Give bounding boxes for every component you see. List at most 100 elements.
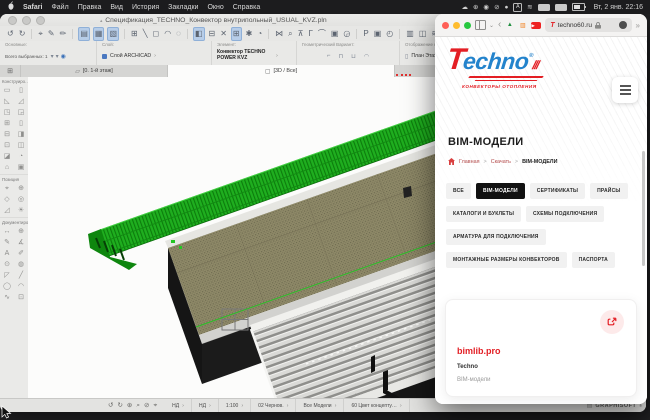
address-bar[interactable]: T techno60.ru [545,18,631,32]
filter-connection-schemes[interactable]: СХЕМЫ ПОДКЛЮЧЕНИЯ [526,206,604,222]
filter-certificates[interactable]: СЕРТИФИКАТЫ [530,183,585,199]
viewport-nav-icon[interactable]: ⌕ [136,400,140,412]
filter-mounting-dimensions[interactable]: МОНТАЖНЫЕ РАЗМЕРЫ КОНВЕКТОРОВ [446,252,567,268]
tab-3d-all[interactable]: ▢ [3D / Все] [168,65,395,77]
pinned-tab-youtube-icon[interactable]: ▶ [531,22,541,29]
quick-option-model-view[interactable]: Все Модели› [296,399,344,412]
toolbar-tool-icon[interactable]: ⊟ [208,28,217,40]
quick-option-graphic-override[interactable]: 60 Цвет концепту…› [344,399,409,412]
toolbox-tool-icon[interactable]: ∡ [18,238,24,248]
toolbox-tool-icon[interactable]: ▯ [19,119,23,129]
toolbar-tool-icon[interactable]: ◻ [152,28,161,40]
toolbox-tool-icon[interactable]: ◿ [18,97,23,107]
toolbox-tool-icon[interactable]: ◠ [18,282,24,292]
infobox-group-geometry[interactable]: Геометрический Вариант: ⌐⊓⊔◠ [297,41,400,65]
page-scrollbar[interactable] [642,151,645,266]
toolbar-tool-icon[interactable]: ▥ [405,28,415,40]
toolbar-tool-icon[interactable]: ⊼ [297,28,305,40]
toolbar-tool-icon[interactable]: ▣ [330,28,340,40]
tab-overview-icon[interactable]: ⊞ [0,65,21,77]
toolbox-tool-icon[interactable]: ◳ [4,108,11,118]
toolbox-tool-icon[interactable]: ⊞ [4,119,10,129]
toolbox-tool-icon[interactable]: ◫ [18,141,25,151]
geometry-method-icon[interactable]: ⊓ [338,53,343,60]
control-center-icon[interactable]: ◉ [483,3,489,11]
viewport-nav-icon[interactable]: ⌖ [153,400,157,412]
geometry-method-icon[interactable]: ⌐ [327,53,331,59]
filter-all[interactable]: ВСЕ [446,183,471,199]
geometry-method-icon[interactable]: ◠ [364,53,369,60]
chevron-down-icon[interactable]: ⌄ [489,22,494,29]
filter-catalogs[interactable]: КАТАЛОГИ И БУКЛЕТЫ [446,206,521,222]
infobox-group-element[interactable]: Элемент: Конвектор TECHNO POWER KVZ › [212,41,297,65]
techno-logo[interactable]: Techno®/// КОНВЕКТОРЫ ОТОПЛЕНИЯ [447,45,543,89]
toolbar-tool-icon[interactable]: ╲ [142,28,149,40]
external-link-icon[interactable] [600,310,624,334]
toolbar-tool-icon[interactable]: ↻ [18,28,27,40]
filter-prices[interactable]: ПРАЙСЫ [590,183,627,199]
toolbox-tool-icon[interactable]: ⊕ [18,184,24,194]
geometry-method-icon[interactable]: ⊔ [351,53,356,60]
toolbox-tool-icon[interactable]: ⌖ [5,184,9,194]
toolbar-tool-icon[interactable]: ⌒ [317,28,327,40]
toolbar-tool-icon[interactable]: ↺ [6,28,15,40]
infobox-icon[interactable]: ▾ [51,53,54,60]
home-icon[interactable] [448,158,455,165]
toolbar-tool-icon[interactable]: ◶ [342,28,351,40]
toolbox-tool-icon[interactable]: ✎ [4,238,10,248]
viewport-nav-icon[interactable]: ⊕ [127,400,132,412]
toolbox-tool-icon[interactable]: ◪ [4,152,11,162]
toolbox-tool-icon[interactable]: ⊕ [18,227,24,237]
back-button[interactable]: ‹ [498,20,501,30]
toolbar-tool-icon[interactable]: ⌖ [37,28,44,40]
active-app-name[interactable]: Safari [23,4,42,11]
toolbar-tool-icon[interactable]: ◌ [175,28,182,40]
infobox-group-layer[interactable]: Слой: Слой ARCHICAD › [97,41,212,65]
keyboard-layout-badge[interactable]: А [513,3,522,12]
toolbar-tool-icon[interactable]: ⋈ [274,28,284,40]
overflow-chevron-icon[interactable]: » [636,21,640,30]
infobox-icon[interactable]: ▾ [56,53,59,60]
bluetooth-icon[interactable]: ⊕ [473,3,478,11]
toolbar-tool-icon[interactable]: ✕ [219,28,228,40]
toolbox-tool-icon[interactable]: ⊟ [4,130,10,140]
apple-icon[interactable] [7,1,15,13]
viewport-nav-icon[interactable]: ↻ [117,400,122,412]
toolbar-tool-icon[interactable]: ▤ [78,27,90,41]
quick-option-pen-set[interactable]: 02 Чернов.› [251,399,296,412]
toolbar-tool-icon[interactable]: ◠ [163,28,172,40]
toolbar-tool-icon[interactable]: ✏ [59,28,68,40]
toolbox-tool-icon[interactable]: ◿ [4,206,9,216]
url-text[interactable]: techno60.ru [558,22,592,29]
hamburger-menu-button[interactable] [612,77,638,103]
menu-item-help[interactable]: Справка [233,4,260,11]
menu-item-edit[interactable]: Правка [78,4,102,11]
toolbox-section-design[interactable]: Конструиро… [0,77,28,85]
menu-item-view[interactable]: Вид [110,4,123,11]
sidebar-toggle-icon[interactable] [475,20,486,30]
card-site-link[interactable]: bimlib.pro [457,346,501,356]
toolbox-tool-icon[interactable]: ▣ [18,163,25,173]
toolbar-tool-icon[interactable]: ◧ [193,27,205,41]
status-widget-icon[interactable] [538,4,550,11]
toolbar-tool-icon[interactable]: ⌕ [287,28,293,40]
toolbox-tool-icon[interactable]: ⊡ [18,293,24,303]
menu-bar-clock[interactable]: Вт, 2 янв. 22:16 [594,4,643,11]
toolbox-tool-icon[interactable]: ▭ [4,86,11,96]
toolbox-tool-icon[interactable]: ◸ [4,271,9,281]
tab-floor-plan[interactable]: ▱ [0. 1-й этаж] [21,65,168,77]
window-controls[interactable] [442,22,471,29]
toolbar-tool-icon[interactable]: ▦ [93,27,105,41]
toolbox-tool-icon[interactable]: ✐ [18,249,24,259]
breadcrumb-download[interactable]: Скачать [491,159,511,165]
toolbar-tool-icon[interactable]: ⊞ [130,28,139,40]
menu-item-file[interactable]: Файл [51,4,68,11]
toolbar-tool-icon[interactable]: ✱ [245,28,254,40]
wifi-icon[interactable]: ≋ [527,3,532,11]
toolbox-tool-icon[interactable]: ☀ [18,206,24,216]
toolbar-tool-icon[interactable]: ◫ [418,28,428,40]
toolbox-tool-icon[interactable]: ╱ [19,271,23,281]
infobox-icon[interactable]: ◉ [61,53,66,60]
toolbar-tool-icon[interactable]: ◔ [256,28,263,40]
tab-badge-icon[interactable] [619,21,627,29]
